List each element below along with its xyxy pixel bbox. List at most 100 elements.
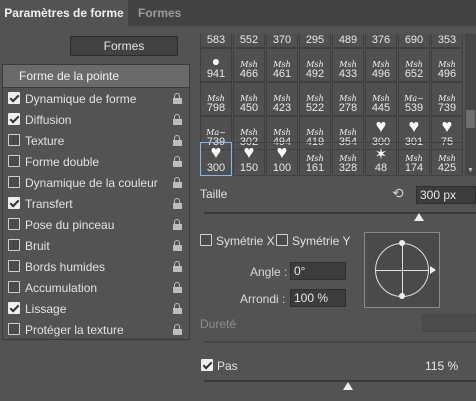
- taille-field[interactable]: 300 px: [416, 186, 476, 204]
- list-item-proteger-la-texture[interactable]: Protéger la texture: [3, 319, 189, 340]
- list-item-label: Pose du pinceau: [25, 218, 115, 232]
- brush-grid-scrollbar[interactable]: ▼: [465, 34, 476, 176]
- lock-icon[interactable]: [173, 240, 182, 251]
- list-item-forme-de-la-pointe[interactable]: Forme de la pointe: [3, 65, 189, 88]
- angle-roundness-widget[interactable]: [364, 232, 440, 308]
- scroll-down-icon[interactable]: ▼: [467, 167, 474, 174]
- list-item-transfert[interactable]: Transfert: [3, 193, 189, 214]
- symetrie-x-checkbox[interactable]: [200, 234, 212, 246]
- brush-preset-cell[interactable]: ● 941: [200, 48, 232, 82]
- check-icon[interactable]: [8, 302, 20, 314]
- brush-preset-cell[interactable]: 583: [200, 34, 232, 48]
- check-icon[interactable]: [8, 218, 20, 230]
- brush-preset-cell[interactable]: 370: [266, 34, 298, 48]
- check-icon[interactable]: [8, 92, 20, 104]
- brush-preset-cell[interactable]: Msh 466: [233, 48, 265, 82]
- check-icon[interactable]: [8, 113, 20, 125]
- lock-icon[interactable]: [173, 135, 182, 146]
- check-icon[interactable]: [8, 197, 20, 209]
- tab-formes[interactable]: Formes: [138, 0, 181, 26]
- brush-preset-cell[interactable]: Msh 496: [431, 48, 463, 82]
- tab-parametres-de-forme[interactable]: Paramètres de forme: [0, 0, 128, 26]
- scrollbar-thumb[interactable]: [466, 110, 475, 128]
- brush-preset-cell[interactable]: ✶ 48: [365, 142, 397, 176]
- brush-preset-cell[interactable]: ♥ 150: [233, 142, 265, 176]
- brush-preset-cell[interactable]: Msh 739: [431, 82, 463, 116]
- brush-preset-cell[interactable]: ♥ 100: [266, 142, 298, 176]
- brush-size-label: 450: [239, 102, 259, 114]
- list-item-lissage[interactable]: Lissage: [3, 298, 189, 319]
- brush-preset-cell[interactable]: Msh 433: [332, 48, 364, 82]
- brush-preset-cell[interactable]: 489: [332, 34, 364, 48]
- list-item-diffusion[interactable]: Diffusion: [3, 109, 189, 130]
- brush-preset-cell[interactable]: Msh 492: [299, 48, 331, 82]
- lock-icon[interactable]: [173, 261, 182, 272]
- check-icon[interactable]: [8, 176, 20, 188]
- angle-field[interactable]: 0°: [290, 262, 346, 280]
- brush-preset-cell[interactable]: 690: [398, 34, 430, 48]
- pas-slider-thumb[interactable]: [343, 382, 354, 390]
- brush-preset-cell[interactable]: Msh 161: [299, 142, 331, 176]
- brush-preset-cell[interactable]: Msh 425: [431, 142, 463, 176]
- taille-slider-track[interactable]: [204, 212, 476, 214]
- brush-size-label: 583: [206, 34, 226, 46]
- lock-icon[interactable]: [173, 219, 182, 230]
- lock-icon[interactable]: [173, 198, 182, 209]
- brush-preset-cell[interactable]: ♥ 300: [200, 142, 232, 176]
- check-icon[interactable]: [8, 323, 20, 335]
- symetrie-y-checkbox[interactable]: [276, 234, 288, 246]
- check-icon[interactable]: [8, 281, 20, 293]
- brush-preset-cell[interactable]: Msh 423: [266, 82, 298, 116]
- list-item-bruit[interactable]: Bruit: [3, 235, 189, 256]
- brush-preset-cell[interactable]: Msh 522: [299, 82, 331, 116]
- angle-handle-icon[interactable]: [430, 266, 436, 274]
- check-icon[interactable]: [8, 155, 20, 167]
- brush-preset-cell[interactable]: Msh 496: [365, 48, 397, 82]
- brush-size-label: 496: [437, 68, 457, 80]
- taille-slider-thumb[interactable]: [413, 213, 424, 221]
- lock-icon[interactable]: [173, 156, 182, 167]
- formes-button[interactable]: Formes: [70, 36, 178, 56]
- list-item-accumulation[interactable]: Accumulation: [3, 277, 189, 298]
- brush-preset-cell[interactable]: 552: [233, 34, 265, 48]
- list-item-dynamique-de-forme[interactable]: Dynamique de forme: [3, 88, 189, 109]
- brush-preset-cell[interactable]: 376: [365, 34, 397, 48]
- list-item-forme-double[interactable]: Forme double: [3, 151, 189, 172]
- roundness-handle-top[interactable]: [399, 240, 405, 246]
- lock-icon[interactable]: [173, 303, 182, 314]
- check-icon[interactable]: [8, 134, 20, 146]
- list-item-pose-du-pinceau[interactable]: Pose du pinceau: [3, 214, 189, 235]
- brush-preset-cell[interactable]: Msh 445: [365, 82, 397, 116]
- brush-size-label: 445: [371, 102, 391, 114]
- durete-field: [422, 314, 476, 332]
- brush-preset-cell[interactable]: 295: [299, 34, 331, 48]
- brush-preset-cell[interactable]: Msh 174: [398, 142, 430, 176]
- lock-icon[interactable]: [173, 114, 182, 125]
- lock-icon[interactable]: [173, 282, 182, 293]
- lock-icon[interactable]: [173, 324, 182, 335]
- lock-icon[interactable]: [173, 93, 182, 104]
- list-item-texture[interactable]: Texture: [3, 130, 189, 151]
- brush-preset-cell[interactable]: Msh 461: [266, 48, 298, 82]
- brush-preset-cell[interactable]: Msh 278: [332, 82, 364, 116]
- brush-preset-grid: 583 552 370 295 489 376 690 353 ● 941 Msh 466 Msh 461…: [200, 34, 463, 176]
- list-item-bords-humides[interactable]: Bords humides: [3, 256, 189, 277]
- roundness-handle-bottom[interactable]: [399, 293, 405, 299]
- brush-size-label: 489: [338, 34, 358, 46]
- reset-icon[interactable]: ⟲: [392, 186, 408, 200]
- pas-slider-track[interactable]: [204, 380, 476, 382]
- taille-label: Taille: [200, 187, 228, 201]
- brush-preset-cell[interactable]: Ma~ 539: [398, 82, 430, 116]
- brush-preset-cell[interactable]: Msh 450: [233, 82, 265, 116]
- check-icon[interactable]: [8, 260, 20, 272]
- lock-icon[interactable]: [173, 177, 182, 188]
- pas-value[interactable]: 115 %: [425, 359, 458, 373]
- arrondi-field[interactable]: 100 %: [290, 289, 346, 307]
- brush-preset-cell[interactable]: 353: [431, 34, 463, 48]
- pas-checkbox[interactable]: [201, 359, 213, 371]
- brush-preset-cell[interactable]: Msh 798: [200, 82, 232, 116]
- brush-preset-cell[interactable]: Msh 652: [398, 48, 430, 82]
- brush-preset-cell[interactable]: Msh 328: [332, 142, 364, 176]
- list-item-dynamique-de-la-couleur[interactable]: Dynamique de la couleur: [3, 172, 189, 193]
- check-icon[interactable]: [8, 239, 20, 251]
